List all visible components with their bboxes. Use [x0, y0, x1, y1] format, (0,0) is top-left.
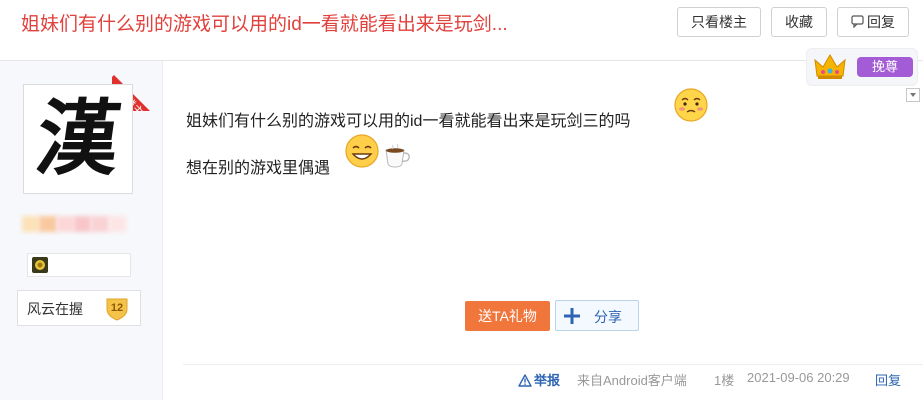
avatar[interactable]: 漢 — [23, 84, 133, 194]
warning-icon — [518, 374, 532, 390]
level-name: 风云在握 — [27, 301, 83, 317]
smile-face-emoji — [344, 133, 380, 174]
share-button[interactable]: 分享 — [555, 300, 639, 331]
only-lz-button[interactable]: 只看楼主 — [677, 7, 761, 37]
username-blurred[interactable] — [22, 216, 126, 232]
favorite-button[interactable]: 收藏 — [771, 7, 827, 37]
zun-button[interactable]: 挽尊 — [857, 57, 913, 77]
floor-number: 1楼 — [714, 373, 735, 388]
report-label: 举报 — [534, 373, 561, 388]
crown-icon — [813, 52, 847, 82]
thread-title[interactable]: 姐妹们有什么别的游戏可以用的id一看就能看出来是玩剑... — [21, 12, 508, 38]
reply-button[interactable]: 回复 — [837, 7, 909, 37]
zun-widget[interactable]: 挽尊 — [806, 48, 918, 86]
comment-icon — [851, 9, 864, 37]
thread-header: 姐妹们有什么别的游戏可以用的id一看就能看出来是玩剑... 只看楼主 收藏 回复 — [0, 0, 923, 61]
post-text-line-2: 想在别的游戏里偶遇 — [186, 160, 331, 177]
level-badge: 12 — [103, 294, 131, 322]
badge-row[interactable] — [27, 253, 131, 277]
coffee-cup-emoji — [383, 143, 413, 174]
reply-button-label: 回复 — [867, 14, 895, 30]
level-box[interactable]: 风云在握 12 — [17, 290, 141, 326]
post-text-line-1: 姐妹们有什么别的游戏可以用的id一看就能看出来是玩剑三的吗 — [186, 113, 631, 130]
post-dropdown-toggle[interactable] — [906, 88, 920, 102]
post-source[interactable]: 来自Android客户端 — [577, 370, 687, 389]
badge-icon — [32, 257, 48, 273]
footer-reply-link[interactable]: 回复 — [875, 370, 901, 389]
send-gift-button[interactable]: 送TA礼物 — [465, 301, 550, 331]
level-number: 12 — [111, 302, 123, 314]
report-link[interactable]: 举报 — [518, 370, 560, 390]
avatar-glyph: 漢 — [30, 91, 126, 187]
share-label: 分享 — [594, 309, 622, 325]
post-timestamp: 2021-09-06 20:29 — [747, 370, 850, 385]
plus-icon — [564, 308, 580, 324]
shy-face-emoji — [673, 87, 709, 128]
